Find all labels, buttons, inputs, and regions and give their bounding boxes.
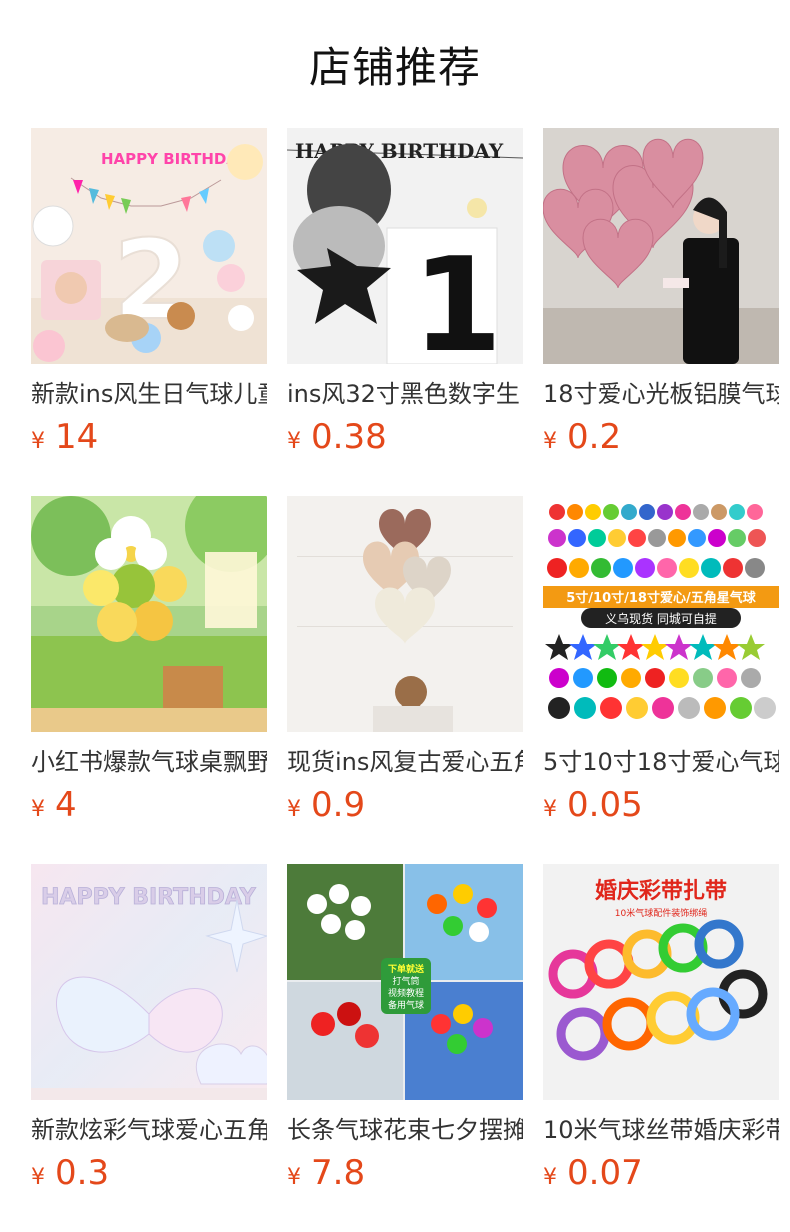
product-price: ¥0.9 <box>287 785 523 825</box>
price-value: 14 <box>55 417 99 457</box>
product-card[interactable]: 下单就送 打气筒 视频教程 备用气球 长条气球花束七夕摆摊 ¥7.8 <box>287 864 523 1232</box>
product-price: ¥0.38 <box>287 417 523 457</box>
product-name[interactable]: 18寸爱心光板铝膜气球 <box>543 378 779 410</box>
product-price: ¥4 <box>31 785 267 825</box>
image-subbanner-text: 义乌现货 同城可自提 <box>605 611 717 626</box>
product-image-long-balloon-bouquet[interactable]: 下单就送 打气筒 视频教程 备用气球 <box>287 864 523 1100</box>
image-banner-text: HAPPY BIRTHDAY <box>41 885 257 910</box>
product-grid: HAPPY BIRTHDAY 2 新款ins风生日气球儿童派对装饰 ¥14 <box>31 128 779 1232</box>
price-value: 0.38 <box>311 417 387 457</box>
product-name[interactable]: 小红书爆款气球桌飘野餐装饰 <box>31 746 267 778</box>
product-card[interactable]: HAPPY BIRTHDAY 2 新款ins风生日气球儿童派对装饰 ¥14 <box>31 128 267 496</box>
price-value: 7.8 <box>311 1153 366 1193</box>
price-value: 0.9 <box>311 785 366 825</box>
image-title-text: 婚庆彩带扎带 <box>595 878 727 904</box>
image-number: 1 <box>412 229 502 364</box>
currency-symbol: ¥ <box>287 1165 301 1190</box>
product-card[interactable]: HAPPY BIRTHDAY 新款炫彩气球爱心五角星蝴蝶 ¥0.3 <box>31 864 267 1232</box>
product-price: ¥14 <box>31 417 267 457</box>
currency-symbol: ¥ <box>287 429 301 454</box>
currency-symbol: ¥ <box>31 1165 45 1190</box>
image-badge-text: 视频教程 <box>388 987 424 999</box>
image-subtitle-text: 10米气球配件装饰绑绳 <box>615 907 707 919</box>
product-card[interactable]: 现货ins风复古爱心五角星气球 ¥0.9 <box>287 496 523 864</box>
image-badge-text: 备用气球 <box>388 999 424 1011</box>
product-name[interactable]: 现货ins风复古爱心五角星气球 <box>287 746 523 778</box>
image-banner-text: 5寸/10寸/18寸爱心/五角星气球 <box>566 590 756 606</box>
product-image-vintage-heart-balloons[interactable] <box>287 496 523 732</box>
price-value: 4 <box>55 785 77 825</box>
product-card[interactable]: 18寸爱心光板铝膜气球 ¥0.2 <box>543 128 779 496</box>
currency-symbol: ¥ <box>543 429 557 454</box>
section-title: 店铺推荐 <box>308 43 481 92</box>
product-name[interactable]: ins风32寸黑色数字生日气球 <box>287 378 523 410</box>
product-price: ¥7.8 <box>287 1153 523 1193</box>
product-image-heart-foil-balloons[interactable] <box>543 128 779 364</box>
price-value: 0.2 <box>567 417 622 457</box>
product-name[interactable]: 10米气球丝带婚庆彩带扎带 <box>543 1114 779 1146</box>
product-name[interactable]: 新款ins风生日气球儿童派对装饰 <box>31 378 267 410</box>
product-price: ¥0.05 <box>543 785 779 825</box>
product-image-iridescent-butterfly-balloons[interactable]: HAPPY BIRTHDAY <box>31 864 267 1100</box>
product-card[interactable]: 婚庆彩带扎带 10米气球配件装饰绑绳 10米气球丝带婚庆彩带扎带 ¥0.07 <box>543 864 779 1232</box>
currency-symbol: ¥ <box>31 429 45 454</box>
currency-symbol: ¥ <box>543 797 557 822</box>
product-card[interactable]: HAPPY BIRTHDAY 1 ins风32寸黑色数字生日气球 ¥0.38 <box>287 128 523 496</box>
product-name[interactable]: 长条气球花束七夕摆摊 <box>287 1114 523 1146</box>
product-card[interactable]: 5寸/10寸/18寸爱心/五角星气球 义乌现货 同城可自提 5寸10寸18寸爱心… <box>543 496 779 864</box>
currency-symbol: ¥ <box>31 797 45 822</box>
product-price: ¥0.2 <box>543 417 779 457</box>
product-image-ribbon-rolls[interactable]: 婚庆彩带扎带 10米气球配件装饰绑绳 <box>543 864 779 1100</box>
image-badge-text: 打气筒 <box>392 975 419 987</box>
product-image-birthday-decor[interactable]: HAPPY BIRTHDAY 2 <box>31 128 267 364</box>
image-banner-text: HAPPY BIRTHDAY <box>101 150 249 168</box>
image-badge-text: 下单就送 <box>388 963 425 975</box>
product-image-picnic-balloons[interactable] <box>31 496 267 732</box>
product-name[interactable]: 5寸10寸18寸爱心气球 <box>543 746 779 778</box>
product-price: ¥0.3 <box>31 1153 267 1193</box>
product-image-black-number-balloon[interactable]: HAPPY BIRTHDAY 1 <box>287 128 523 364</box>
product-price: ¥0.07 <box>543 1153 779 1193</box>
currency-symbol: ¥ <box>543 1165 557 1190</box>
product-card[interactable]: 小红书爆款气球桌飘野餐装饰 ¥4 <box>31 496 267 864</box>
product-name[interactable]: 新款炫彩气球爱心五角星蝴蝶 <box>31 1114 267 1146</box>
price-value: 0.07 <box>567 1153 643 1193</box>
currency-symbol: ¥ <box>287 797 301 822</box>
price-value: 0.3 <box>55 1153 110 1193</box>
price-value: 0.05 <box>567 785 643 825</box>
product-image-colorful-foil-balloons[interactable]: 5寸/10寸/18寸爱心/五角星气球 义乌现货 同城可自提 <box>543 496 779 732</box>
